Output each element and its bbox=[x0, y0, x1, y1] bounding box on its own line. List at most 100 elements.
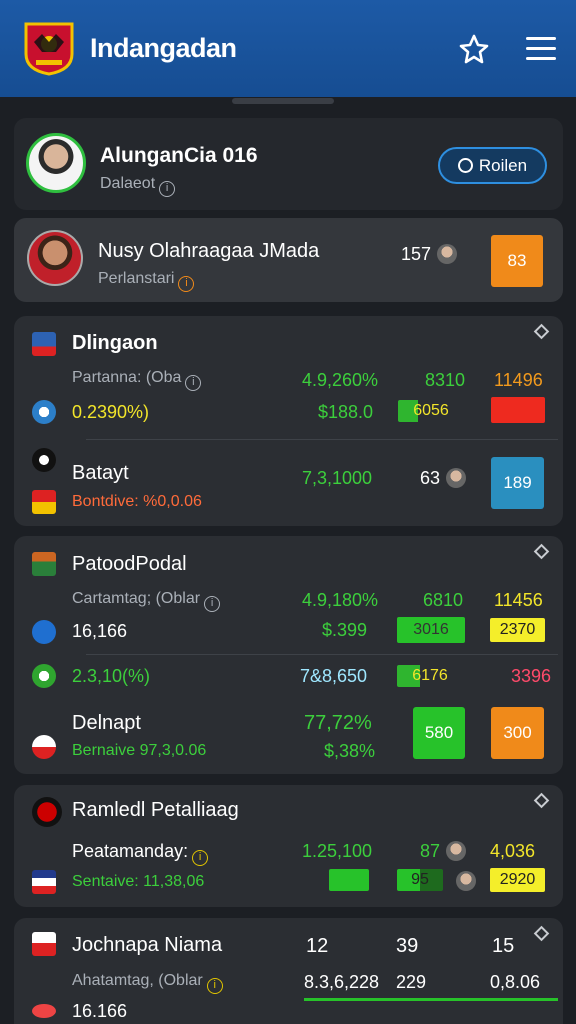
featured-score-badge: 83 bbox=[491, 235, 543, 287]
stat-value-3: 11456 bbox=[494, 590, 543, 610]
team-crest-icon bbox=[32, 552, 56, 576]
team-group-card-2: PatoodPodal Cartamtag; (Oblar i 4.9,180% … bbox=[14, 536, 563, 774]
sheet-grabber[interactable] bbox=[232, 98, 334, 104]
ball-icon bbox=[32, 664, 56, 688]
stat-value-5: 3396 bbox=[511, 666, 552, 686]
progress-bar: 6176 bbox=[397, 665, 463, 687]
orange-badge: 300 bbox=[491, 707, 544, 759]
team-crest-icon bbox=[32, 490, 56, 514]
red-status-block bbox=[491, 397, 545, 423]
team-group-card-3: Ramledl Petalliaag Peatamanday: i 1.25,10… bbox=[14, 785, 563, 907]
stat-value-3: 4,036 bbox=[490, 841, 536, 861]
yellow-badge: 2920 bbox=[490, 868, 545, 892]
ball-icon bbox=[32, 400, 56, 424]
row-badge: 189 bbox=[491, 457, 544, 509]
info-icon: i bbox=[178, 276, 195, 292]
featured-avatar bbox=[27, 230, 83, 286]
top-app-bar: Indangadan bbox=[0, 0, 576, 97]
profile-card: AlunganCia 016 Dalaeot i Roilen bbox=[14, 118, 563, 210]
green-badge: 580 bbox=[413, 707, 465, 759]
ball-icon bbox=[32, 448, 56, 472]
app-title: Indangadan bbox=[90, 33, 237, 63]
expand-diamond-icon[interactable] bbox=[533, 323, 550, 340]
row-count: 63 bbox=[420, 468, 467, 489]
stat-value-3: 11496 bbox=[494, 370, 543, 390]
mini-avatar bbox=[446, 468, 467, 488]
stat-n1: 12 bbox=[306, 935, 329, 957]
stat-value-2: 8310 bbox=[425, 370, 466, 390]
group-meta: Peatamanday: i bbox=[72, 841, 209, 866]
team-crest-icon bbox=[32, 797, 62, 827]
row-value: 7,3,1000 bbox=[302, 468, 373, 488]
expand-diamond-icon[interactable] bbox=[533, 792, 550, 809]
money-value: $188.0 bbox=[318, 402, 374, 422]
team-group-card-4: Jochnapa Niama 12 39 15 Ahatamtag, (Obla… bbox=[14, 918, 563, 1024]
stat-value-3: 0,8.06 bbox=[490, 972, 541, 992]
stat-value-4: 7&8,650 bbox=[300, 666, 368, 686]
team-flag-icon bbox=[32, 735, 56, 759]
team-group-card-1: Dlingaon Partanna: (Oba i 4.9,260% 8310 1… bbox=[14, 316, 563, 526]
row-title: Batayt bbox=[72, 462, 129, 484]
progress-bar: 3016 bbox=[397, 617, 465, 643]
stat-value-2: 6810 bbox=[423, 590, 464, 610]
expand-diamond-icon[interactable] bbox=[533, 543, 550, 560]
info-icon: i bbox=[159, 181, 176, 197]
row-meta: Bernaive 97,3,0.06 bbox=[72, 742, 207, 759]
info-icon: i bbox=[185, 375, 202, 391]
profile-name: AlunganCia 016 bbox=[100, 144, 258, 167]
group-title: Dlingaon bbox=[72, 332, 158, 354]
hamburger-menu-icon[interactable] bbox=[526, 37, 556, 61]
stat-n2: 39 bbox=[396, 935, 419, 957]
mini-avatar bbox=[446, 841, 467, 861]
expand-diamond-icon[interactable] bbox=[533, 925, 550, 942]
money-value: $.399 bbox=[322, 620, 368, 640]
team-crest-icon bbox=[32, 332, 56, 356]
emblem-logo-icon bbox=[22, 20, 76, 76]
yellow-badge: 2370 bbox=[490, 618, 545, 642]
featured-card[interactable]: Nusy Olahraagaa JMada Perlanstari i 157 8… bbox=[14, 218, 563, 302]
stat-value-1: 1.25,100 bbox=[302, 841, 373, 861]
group-meta: Partanna: (Oba i bbox=[72, 369, 202, 391]
green-bar bbox=[329, 869, 369, 891]
percent-value: 0.2390%) bbox=[72, 402, 150, 422]
stat-value-2: 87 bbox=[420, 841, 467, 862]
progress-bar: 6056 bbox=[398, 400, 464, 422]
featured-name: Nusy Olahraagaa JMada bbox=[98, 240, 320, 262]
ball-icon bbox=[32, 1004, 56, 1018]
ball-icon bbox=[32, 620, 56, 644]
info-icon: i bbox=[204, 596, 221, 612]
refresh-icon bbox=[457, 158, 473, 173]
group-title: Jochnapa Niama bbox=[72, 934, 223, 956]
group-title: PatoodPodal bbox=[72, 553, 187, 575]
favorite-star-icon[interactable] bbox=[458, 33, 490, 65]
profile-avatar[interactable] bbox=[26, 133, 86, 193]
mini-avatar bbox=[437, 244, 458, 264]
team-crest-icon bbox=[32, 932, 56, 956]
percent-value: 2.3,10(%) bbox=[72, 666, 151, 686]
featured-subtitle: Perlanstari i bbox=[98, 270, 195, 292]
stat-value-2: 229 bbox=[396, 972, 427, 992]
row-meta: Sentaive: 11,38,06 bbox=[72, 873, 205, 890]
stat-value-1: 4.9,260% bbox=[302, 370, 379, 390]
team-crest-icon bbox=[32, 870, 56, 894]
stat-n3: 15 bbox=[492, 935, 515, 957]
count-value: 16.166 bbox=[72, 1001, 128, 1021]
progress-line bbox=[304, 998, 558, 1001]
follow-button[interactable]: Roilen bbox=[438, 147, 547, 184]
row-money: $,38% bbox=[324, 741, 376, 761]
count-value: 16,166 bbox=[72, 621, 128, 641]
profile-subtitle: Dalaeot i bbox=[100, 175, 176, 197]
mini-avatar bbox=[456, 871, 476, 891]
info-icon: i bbox=[206, 978, 223, 994]
group-meta: Ahatamtag, (Oblar i bbox=[72, 972, 223, 994]
stat-value-1: 8.3,6,228 bbox=[304, 972, 380, 992]
row-title: Delnapt bbox=[72, 712, 141, 734]
group-title: Ramledl Petalliaag bbox=[72, 799, 239, 821]
progress-bar: 95 bbox=[397, 869, 443, 891]
row-meta: Bontdive: %0,0.06 bbox=[72, 493, 202, 510]
row-percent: 77,72% bbox=[304, 712, 372, 734]
info-icon: i bbox=[192, 850, 209, 866]
stat-value-1: 4.9,180% bbox=[302, 590, 379, 610]
featured-count: 157 bbox=[401, 244, 458, 265]
group-meta: Cartamtag; (Oblar i bbox=[72, 590, 221, 612]
